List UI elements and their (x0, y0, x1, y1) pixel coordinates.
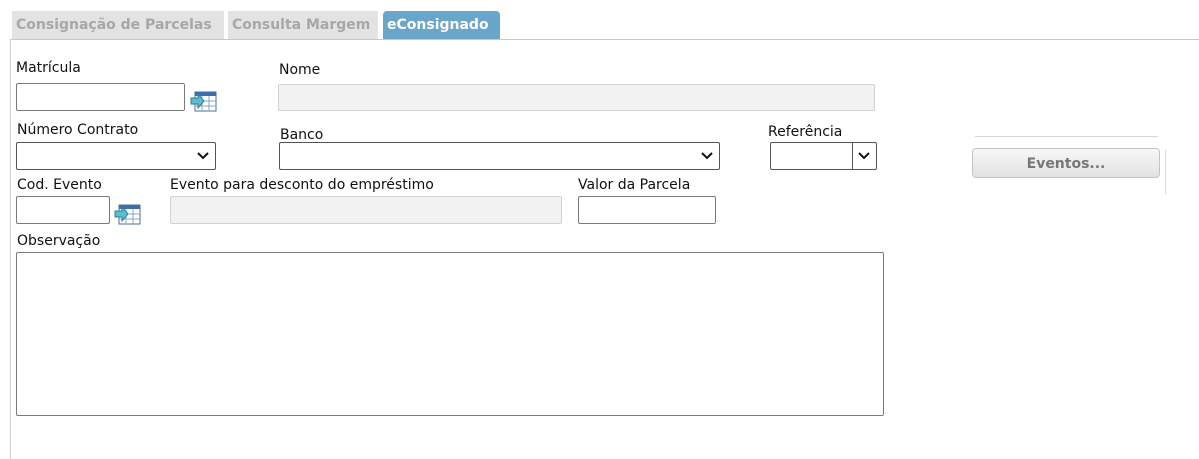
observacao-textarea[interactable] (16, 252, 884, 416)
valor-parcela-input[interactable] (578, 196, 716, 224)
chevron-down-icon (852, 143, 876, 169)
nome-field (278, 84, 875, 111)
referencia-select[interactable] (770, 142, 877, 170)
numero-contrato-select[interactable] (16, 142, 216, 170)
observacao-label: Observação (17, 233, 101, 249)
tab-consulta-margem[interactable]: Consulta Margem (228, 11, 378, 39)
panel-left-border (10, 39, 11, 459)
referencia-label: Referência (768, 124, 843, 140)
eventos-panel-border (1165, 150, 1166, 194)
table-lookup-icon[interactable] (190, 89, 217, 112)
tab-bar: Consignação de Parcelas Consulta Margem … (0, 0, 1199, 40)
valor-parcela-label: Valor da Parcela (578, 177, 691, 193)
cod-evento-label: Cod. Evento (17, 177, 102, 193)
cod-evento-input[interactable] (16, 196, 110, 224)
chevron-down-icon (695, 143, 719, 169)
table-lookup-icon[interactable] (114, 202, 141, 225)
eventos-panel-border (975, 136, 1158, 137)
evento-desconto-label: Evento para desconto do empréstimo (170, 177, 434, 193)
numero-contrato-label: Número Contrato (17, 122, 139, 138)
evento-desconto-field (170, 196, 562, 224)
matricula-label: Matrícula (16, 60, 81, 76)
chevron-down-icon (191, 143, 215, 169)
tab-econsignado[interactable]: eConsignado (383, 11, 500, 39)
tab-divider (10, 39, 1199, 40)
matricula-input[interactable] (16, 83, 185, 111)
tab-consignacao-de-parcelas[interactable]: Consignação de Parcelas (12, 11, 224, 39)
banco-label: Banco (280, 127, 324, 143)
eventos-button[interactable]: Eventos... (972, 148, 1160, 178)
banco-select[interactable] (279, 142, 720, 170)
nome-label: Nome (279, 62, 321, 78)
